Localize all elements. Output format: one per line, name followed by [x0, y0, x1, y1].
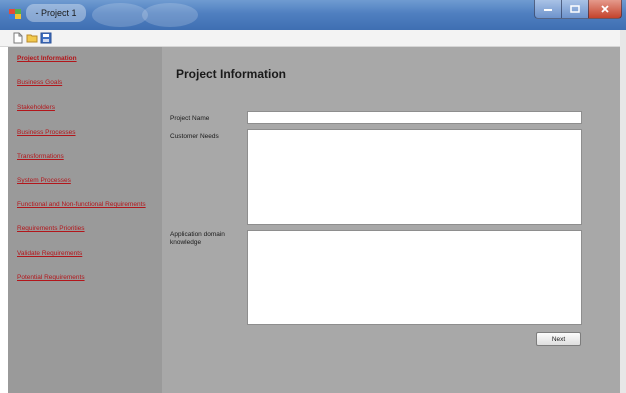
sidebar-item-system-processes[interactable]: System Processes [17, 177, 71, 184]
sidebar-item-business-processes[interactable]: Business Processes [17, 129, 76, 136]
customer-needs-textarea[interactable] [247, 129, 582, 225]
title-bar-glow [92, 3, 148, 27]
sidebar-item-transformations[interactable]: Transformations [17, 153, 64, 160]
sidebar-item-project-information[interactable]: Project Information [17, 55, 77, 62]
sidebar-item-potential-requirements[interactable]: Potential Requirements [17, 274, 85, 281]
new-document-icon[interactable] [12, 32, 24, 44]
sidebar-nav: Project Information Business Goals Stake… [8, 47, 162, 393]
sidebar-item-validate-requirements[interactable]: Validate Requirements [17, 250, 82, 257]
minimize-button[interactable] [534, 0, 562, 19]
close-icon [601, 5, 609, 13]
maximize-button[interactable] [561, 0, 589, 19]
sidebar-item-stakeholders[interactable]: Stakeholders [17, 104, 55, 111]
title-bar-glow [142, 3, 198, 27]
sidebar-item-functional-requirements[interactable]: Functional and Non-functional Requiremen… [17, 201, 146, 208]
next-button[interactable]: Next [536, 332, 581, 346]
window-border [620, 30, 626, 393]
close-button[interactable] [588, 0, 622, 19]
sidebar-item-business-goals[interactable]: Business Goals [17, 79, 62, 86]
toolbar [0, 30, 626, 47]
window-title: - Project 1 [26, 4, 86, 22]
project-name-label: Project Name [170, 115, 210, 122]
domain-knowledge-label: Application domain knowledge [170, 231, 225, 246]
sidebar-item-requirements-priorities[interactable]: Requirements Priorities [17, 225, 85, 232]
maximize-icon [570, 5, 580, 13]
title-bar[interactable]: - Project 1 [0, 0, 626, 30]
project-information-panel: Project Information Project Name Custome… [162, 47, 620, 393]
open-folder-icon[interactable] [26, 32, 38, 44]
page-title: Project Information [176, 67, 287, 81]
project-name-input[interactable] [247, 111, 582, 124]
minimize-icon [544, 9, 552, 11]
domain-knowledge-textarea[interactable] [247, 230, 582, 325]
app-window: - Project 1 Project Information Business… [0, 0, 626, 393]
customer-needs-label: Customer Needs [170, 133, 219, 140]
app-icon [9, 9, 21, 19]
save-icon[interactable] [40, 32, 52, 44]
